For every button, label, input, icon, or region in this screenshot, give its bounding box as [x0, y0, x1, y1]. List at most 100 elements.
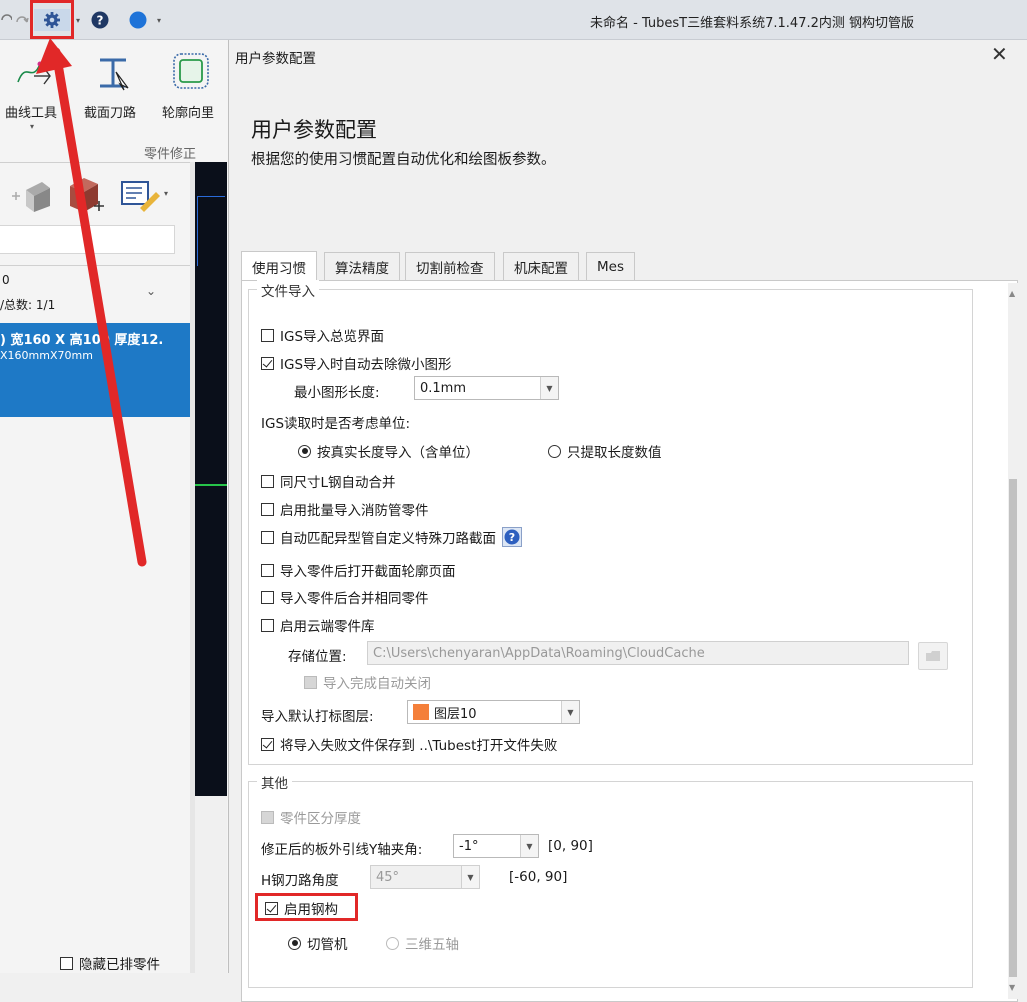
svg-text:▾: ▾ [164, 189, 168, 198]
ribbon-curve-tool[interactable]: 曲线工具 [5, 102, 57, 121]
min-length-label: 最小图形长度: [294, 385, 380, 401]
browse-folder-button[interactable] [918, 642, 948, 670]
min-length-value: 0.1mm [420, 380, 467, 396]
settings-dropdown-icon[interactable]: ▾ [74, 9, 82, 31]
thickness-checkbox[interactable]: 零件区分厚度 [261, 807, 361, 827]
radio-real-length[interactable]: 按真实长度导入（含单位） [298, 441, 479, 461]
canvas-line [197, 196, 198, 266]
save-failed-label: 将导入失败文件保存到 ..\Tubest打开文件失败 [280, 738, 558, 754]
default-layer-select[interactable]: 图层10 ▼ [407, 700, 580, 724]
part-search-input[interactable] [0, 225, 175, 254]
close-icon[interactable]: ✕ [991, 42, 1008, 66]
checkbox-box[interactable] [261, 502, 274, 516]
batch-fire-pipe-label: 启用批量导入消防管零件 [280, 503, 429, 519]
folder-icon [926, 651, 940, 661]
title-bar: ▾ ? ▾ 未命名 - TubesT三维套料系统7.1.47.2内测 钢构切管版 [0, 0, 1027, 40]
undo-icon[interactable] [0, 9, 12, 31]
checkbox-box[interactable] [261, 618, 274, 632]
radio-dot[interactable] [548, 444, 561, 458]
chevron-down-icon[interactable]: ▼ [561, 701, 579, 723]
checkbox-box[interactable] [261, 737, 274, 751]
selected-part-size: X160mmX70mm [0, 349, 93, 362]
help-icon[interactable]: ? [88, 9, 112, 31]
radio-value-label: 只提取长度数值 [567, 445, 662, 461]
open-section-page-checkbox[interactable]: 导入零件后打开截面轮廓页面 [261, 560, 456, 580]
checkbox-box[interactable] [261, 474, 274, 488]
dialog-header: 用户参数配置 ✕ 用户参数配置 根据您的使用习惯配置自动优化和绘图板参数。 [229, 40, 1027, 192]
storage-path-input[interactable]: C:\Users\chenyaran\AppData\Roaming\Cloud… [367, 641, 909, 665]
theme-color-icon[interactable] [126, 9, 150, 31]
merge-same-parts-checkbox[interactable]: 导入零件后合并相同零件 [261, 587, 429, 607]
checkbox-box[interactable] [261, 356, 274, 370]
chevron-down-icon[interactable]: ▼ [461, 866, 479, 888]
scroll-up-icon[interactable]: ▲ [1009, 289, 1015, 298]
edit-list-icon[interactable]: ▾ [120, 178, 168, 214]
auto-match-special-checkbox[interactable]: 自动匹配异型管自定义特殊刀路截面 ? [261, 527, 522, 547]
igs-remove-small-checkbox[interactable]: IGS导入时自动去除微小图形 [261, 353, 452, 373]
radio-cutter-label: 切管机 [307, 937, 348, 953]
ribbon-group-label: 零件修正 [144, 147, 197, 162]
save-failed-checkbox[interactable]: 将导入失败文件保存到 ..\Tubest打开文件失败 [261, 734, 557, 754]
canvas-line [197, 196, 225, 197]
theme-dropdown-icon[interactable]: ▾ [154, 9, 164, 31]
igs-overview-checkbox[interactable]: IGS导入总览界面 [261, 325, 384, 345]
scroll-down-icon[interactable]: ▼ [1009, 983, 1015, 992]
radio-dot[interactable] [288, 936, 301, 950]
batch-fire-pipe-checkbox[interactable]: 启用批量导入消防管零件 [261, 499, 429, 519]
radio-dot[interactable] [298, 444, 311, 458]
radio-cutter[interactable]: 切管机 [288, 933, 348, 953]
contour-inward-icon[interactable] [172, 52, 212, 92]
window-title: 未命名 - TubesT三维套料系统7.1.47.2内测 钢构切管版 [590, 16, 915, 31]
scrollbar[interactable]: ▲ ▼ [1008, 283, 1018, 999]
auto-close-label: 导入完成自动关闭 [323, 676, 431, 692]
add-board-icon[interactable] [64, 176, 108, 216]
min-length-select[interactable]: 0.1mm ▼ [414, 376, 559, 400]
checkbox-box[interactable] [261, 530, 274, 544]
add-part-icon[interactable] [10, 178, 54, 212]
checkbox-box[interactable] [261, 328, 274, 342]
auto-close-checkbox[interactable]: 导入完成自动关闭 [304, 672, 431, 692]
checkbox-box[interactable] [60, 956, 73, 970]
y-angle-select[interactable]: -1° ▼ [453, 834, 539, 858]
other-legend: 其他 [257, 772, 292, 792]
hide-sorted-parts-checkbox[interactable]: 隐藏已排零件 [60, 953, 160, 973]
curve-tool-icon[interactable] [14, 54, 54, 92]
tab-pre-cut-check[interactable]: 切割前检查 [405, 252, 495, 280]
checkbox-box[interactable] [304, 675, 317, 689]
h-angle-range: [-60, 90] [509, 869, 568, 885]
svg-text:?: ? [509, 531, 515, 544]
radio-5axis[interactable]: 三维五轴 [386, 933, 459, 953]
tab-algorithm-precision[interactable]: 算法精度 [324, 252, 400, 280]
section-toolpath-icon[interactable] [96, 54, 136, 92]
chevron-down-icon[interactable]: ▼ [540, 377, 558, 399]
checkbox-box[interactable] [261, 810, 274, 824]
chevron-down-icon[interactable]: ▼ [520, 835, 538, 857]
cloud-library-checkbox[interactable]: 启用云端零件库 [261, 615, 375, 635]
curve-tool-dropdown-icon[interactable]: ▾ [30, 122, 34, 131]
checkbox-box[interactable] [261, 563, 274, 577]
tab-usage-habits[interactable]: 使用习惯 [241, 251, 317, 281]
part-total: /总数: 1/1 [0, 298, 56, 312]
scroll-thumb[interactable] [1009, 479, 1017, 977]
user-settings-dialog: 用户参数配置 ✕ 用户参数配置 根据您的使用习惯配置自动优化和绘图板参数。 使用… [228, 40, 1027, 1002]
ribbon-contour-inward[interactable]: 轮廓向里 [162, 102, 214, 121]
checkbox-box[interactable] [261, 590, 274, 604]
annotation-highlight-steel [255, 893, 358, 921]
tab-mes[interactable]: Mes [586, 252, 635, 280]
drawing-canvas[interactable] [195, 162, 227, 973]
redo-icon[interactable] [14, 9, 30, 31]
y-angle-value: -1° [459, 838, 479, 854]
collapse-chevron-icon[interactable]: ⌄ [146, 284, 156, 298]
merge-l-steel-checkbox[interactable]: 同尺寸L钢自动合并 [261, 471, 396, 491]
h-angle-select[interactable]: 45° ▼ [370, 865, 480, 889]
default-layer-value: 图层10 [434, 706, 477, 722]
selected-part-title: ) 宽160 X 高100 厚度12. [0, 333, 164, 348]
selected-part-item[interactable]: ) 宽160 X 高100 厚度12. X160mmX70mm [0, 323, 190, 417]
dialog-subheading: 根据您的使用习惯配置自动优化和绘图板参数。 [251, 152, 556, 168]
radio-value-only[interactable]: 只提取长度数值 [548, 441, 662, 461]
thickness-label: 零件区分厚度 [280, 811, 361, 827]
ribbon-section-toolpath[interactable]: 截面刀路 [84, 102, 136, 121]
tab-machine-config[interactable]: 机床配置 [503, 252, 579, 280]
radio-dot[interactable] [386, 936, 399, 950]
help-icon[interactable]: ? [502, 527, 522, 547]
